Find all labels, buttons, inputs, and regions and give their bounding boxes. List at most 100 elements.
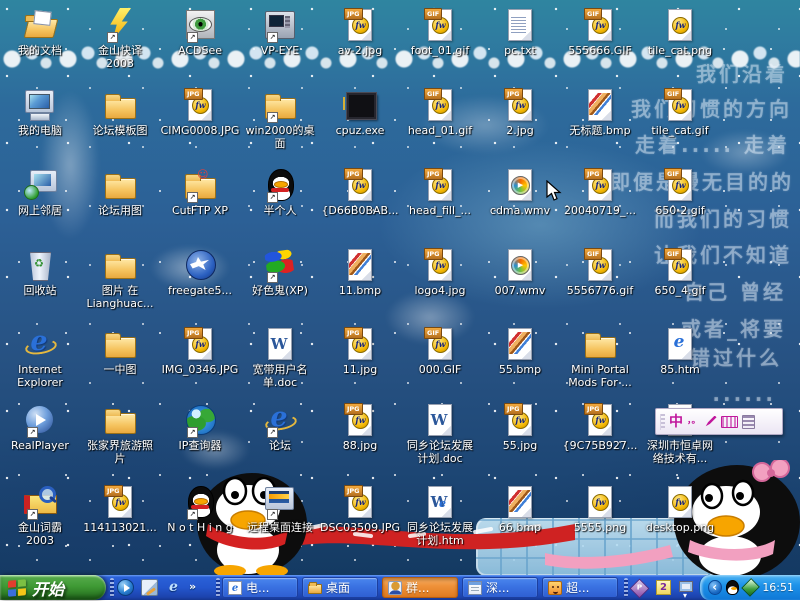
- desktop-icon[interactable]: fw JPG logo4.jpg: [400, 248, 480, 297]
- desktop-icon[interactable]: pc.txt: [480, 8, 560, 57]
- quick-launch-overflow-chevron[interactable]: »: [189, 579, 196, 596]
- desktop-icon[interactable]: fw JPG CIMG0008.JPG: [160, 88, 240, 137]
- show-desktop-icon[interactable]: [141, 579, 158, 596]
- desktop-icon[interactable]: fw GIF 650_4.gif: [640, 248, 720, 297]
- desktop-icon[interactable]: fw GIF 5556776.gif: [560, 248, 640, 297]
- desktop-icon[interactable]: fw GIF foot_01.gif: [400, 8, 480, 57]
- ime-pen-icon[interactable]: [705, 416, 717, 428]
- desktop-icon[interactable]: 我的文档: [0, 8, 80, 57]
- desktop-icon[interactable]: ☺ CutFTP XP: [160, 168, 240, 217]
- desktop-icon-label: 11.jpg: [343, 363, 378, 376]
- desktop-icon[interactable]: 远程桌面连接: [240, 485, 320, 534]
- ime-menu-icon[interactable]: [742, 415, 755, 429]
- desktop-icon[interactable]: 论坛用图: [80, 168, 160, 217]
- desktop-icon[interactable]: 我的电脑: [0, 88, 80, 137]
- desktop-icon-graphic: [22, 88, 58, 122]
- file-type-banner: JPG: [344, 403, 363, 415]
- desktop-icon[interactable]: 一中图: [80, 327, 160, 376]
- desktop-icon[interactable]: fw tile_cat.png: [640, 8, 720, 57]
- desktop-icon[interactable]: e 85.htm: [640, 327, 720, 376]
- ime-tray-icon[interactable]: [630, 579, 650, 599]
- taskbar-grip[interactable]: [110, 578, 114, 597]
- qq-tray-icon[interactable]: [726, 580, 740, 595]
- desktop-icon[interactable]: fw GIF 000.GIF: [400, 327, 480, 376]
- desktop-icon[interactable]: fw JPG 88.jpg: [320, 403, 400, 452]
- desktop-icon[interactable]: fw JPG {D66B0BAB...: [320, 168, 400, 217]
- desktop-icon[interactable]: RealPlayer: [0, 403, 80, 452]
- start-button[interactable]: 开始: [0, 575, 106, 600]
- desktop-icon[interactable]: fw JPG 114113021...: [80, 485, 160, 534]
- desktop-icon[interactable]: ACDSee: [160, 8, 240, 57]
- desktop-icon[interactable]: e 论坛: [240, 403, 320, 452]
- taskbar-clock[interactable]: 16:51: [762, 581, 794, 594]
- desktop-icon[interactable]: VP-EYE: [240, 8, 320, 57]
- media-player-icon[interactable]: [117, 579, 134, 596]
- taskbar-task-button[interactable]: 群...: [382, 577, 458, 598]
- ime-chinese-mode-icon[interactable]: 中: [669, 415, 683, 429]
- desktop-icon[interactable]: 论坛模板图: [80, 88, 160, 137]
- taskbar-grip[interactable]: [624, 578, 628, 597]
- desktop-icon[interactable]: fw GIF 555666.GIF: [560, 8, 640, 57]
- desktop-icon[interactable]: 金山词霸2003: [0, 485, 80, 547]
- taskbar-task-button[interactable]: 超...: [542, 577, 618, 598]
- desktop-icon[interactable]: fw JPG {9C75B927...: [560, 403, 640, 452]
- desktop-icon[interactable]: fw JPG 11.jpg: [320, 327, 400, 376]
- taskbar-task-button[interactable]: 深...: [462, 577, 538, 598]
- taskbar-grip[interactable]: [216, 578, 220, 597]
- desktop-icon[interactable]: e InternetExplorer: [0, 327, 80, 389]
- ime-language-bar[interactable]: 中 ，。: [655, 408, 783, 435]
- desktop-icon[interactable]: ▶ cdma.wmv: [480, 168, 560, 217]
- file-type-banner: JPG: [584, 168, 603, 180]
- desktop-icon[interactable]: fw desktop.png: [640, 485, 720, 534]
- desktop-icon[interactable]: 55.bmp: [480, 327, 560, 376]
- desktop-icon[interactable]: ▶ 007.wmv: [480, 248, 560, 297]
- desktop-icon[interactable]: fw JPG IMG_0346.JPG: [160, 327, 240, 376]
- desktop-icon-graphic: fw JPG: [502, 88, 538, 122]
- desktop-icon[interactable]: fw JPG 2.jpg: [480, 88, 560, 137]
- language-bar-collapse-icon[interactable]: [708, 580, 722, 595]
- desktop-icon[interactable]: fw 5555.png: [560, 485, 640, 534]
- desktop-icon[interactable]: fw JPG 55.jpg: [480, 403, 560, 452]
- desktop-icon[interactable]: fw GIF tile_cat.gif: [640, 88, 720, 137]
- taskbar-task-button[interactable]: 电...: [222, 577, 298, 598]
- desktop-icon[interactable]: ♻ 回收站: [0, 248, 80, 297]
- desktop-icon[interactable]: fw GIF head_01.gif: [400, 88, 480, 137]
- desktop-icon[interactable]: 半个人: [240, 168, 320, 217]
- desktop-icon[interactable]: fw JPG head_fill_...: [400, 168, 480, 217]
- desktop-icon[interactable]: 无标题.bmp: [560, 88, 640, 137]
- desktop-icon[interactable]: freegate5...: [160, 248, 240, 297]
- desktop-icon[interactable]: We 同乡论坛发展计划.htm: [400, 485, 480, 547]
- ciba-tray-icon[interactable]: [741, 578, 760, 597]
- task-button-icon: [468, 581, 482, 595]
- ime-keyboard-icon[interactable]: [721, 416, 738, 428]
- desktop-icon[interactable]: 11.bmp: [320, 248, 400, 297]
- desktop-icon[interactable]: W 同乡论坛发展计划.doc: [400, 403, 480, 465]
- internet-explorer-icon[interactable]: [165, 579, 182, 596]
- file-type-banner: JPG: [184, 327, 203, 339]
- display-tray-icon[interactable]: [679, 581, 693, 592]
- desktop-icon[interactable]: fw JPG 20040719_...: [560, 168, 640, 217]
- desktop-icon[interactable]: fw GIF 650-2.gif: [640, 168, 720, 217]
- desktop-icon-graphic: fw GIF: [422, 88, 458, 122]
- desktop-icon[interactable]: 好色鬼(XP): [240, 248, 320, 297]
- desktop-icon[interactable]: 网上邻居: [0, 168, 80, 217]
- desktop[interactable]: 我们沿着我们习惯的方向走着..... 走着即便是漫无目的的而我们的习惯让我们不知…: [0, 0, 800, 575]
- desktop-icon[interactable]: cpuz.exe: [320, 88, 400, 137]
- desktop-icon[interactable]: 金山快译2003: [80, 8, 160, 70]
- ime-drag-handle[interactable]: [660, 414, 665, 430]
- desktop-icon[interactable]: win2000的桌面: [240, 88, 320, 150]
- desktop-icon[interactable]: fw JPG av-2.jpg: [320, 8, 400, 57]
- desktop-icon[interactable]: 66.bmp: [480, 485, 560, 534]
- desktop-icon[interactable]: 张家界旅游照片: [80, 403, 160, 465]
- taskbar-task-button[interactable]: 桌面: [302, 577, 378, 598]
- desktop-icon[interactable]: N o t H i n g: [160, 485, 240, 534]
- desktop-icon[interactable]: W 宽带用户名单.doc: [240, 327, 320, 389]
- tray-note-icon[interactable]: [656, 580, 671, 595]
- desktop-icon[interactable]: fw JPG DSC03509.JPG: [320, 485, 400, 534]
- desktop-icon-graphic: [182, 403, 218, 437]
- ime-punctuation-icon[interactable]: ，。: [687, 417, 701, 426]
- desktop-icon[interactable]: Mini PortalMods For ...: [560, 327, 640, 389]
- desktop-icon-label: VP-EYE: [261, 44, 300, 57]
- desktop-icon[interactable]: IP查询器: [160, 403, 240, 452]
- desktop-icon[interactable]: 图片 在Lianghuac...: [80, 248, 160, 310]
